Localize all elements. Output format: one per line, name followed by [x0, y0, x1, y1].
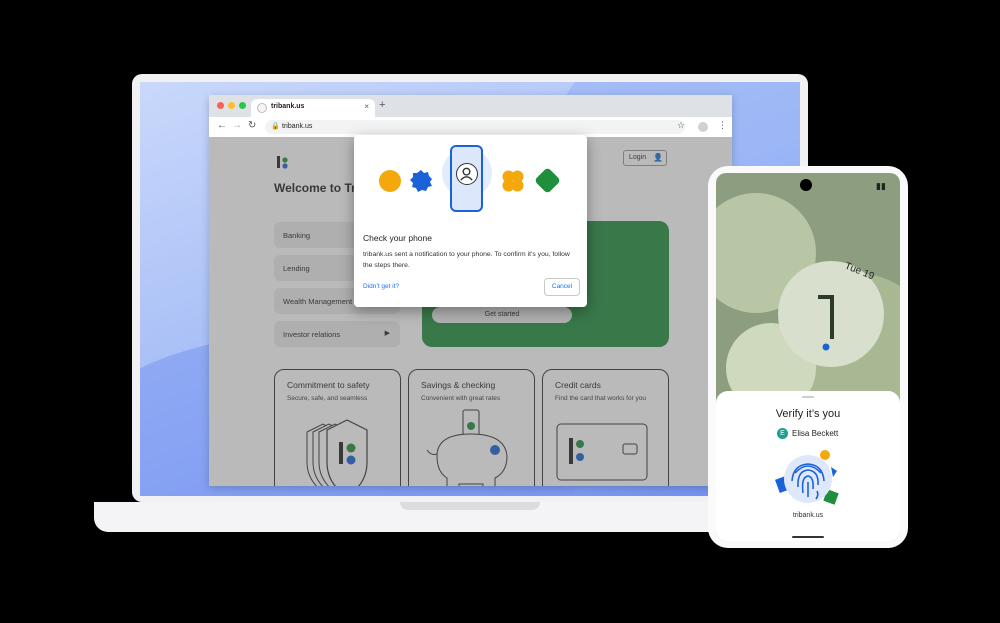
dialog-title: Check your phone [363, 233, 432, 243]
browser-window: tribank.us × + ← → ↻ 🔒 tribank.us ☆ ⋮ We… [209, 95, 732, 486]
didnt-get-it-link[interactable]: Didn’t get it? [363, 283, 399, 290]
maximize-window-icon[interactable] [239, 102, 246, 109]
front-camera [800, 179, 812, 191]
profile-avatar[interactable] [698, 122, 708, 132]
requesting-site: tribank.us [792, 512, 824, 519]
dialog-body: tribank.us sent a notification to your p… [363, 251, 570, 269]
flower-shape-icon [410, 170, 432, 192]
lock-icon[interactable]: 🔒 [271, 122, 280, 130]
browser-tab[interactable]: tribank.us × [251, 99, 375, 117]
account-name: Elisa Beckett [792, 429, 839, 438]
new-tab-icon[interactable]: + [379, 99, 385, 111]
cancel-button[interactable]: Cancel [544, 278, 580, 296]
bookmark-star-icon[interactable]: ☆ [677, 120, 685, 131]
more-menu-icon[interactable]: ⋮ [718, 120, 727, 131]
tab-bar: tribank.us × + [209, 95, 732, 117]
globe-icon [257, 103, 267, 113]
circle-shape-icon [379, 170, 401, 192]
phone-screen: Tue 19 ▮▮ Verify it’s you E Elisa Becket… [716, 173, 900, 541]
omnibox[interactable]: 🔒 tribank.us [265, 120, 685, 134]
verification-dialog: Check your phone tribank.us sent a notif… [354, 135, 587, 307]
verify-bottom-sheet: Verify it’s you E Elisa Beckett tribank.… [716, 391, 900, 541]
forward-icon[interactable]: → [232, 120, 242, 131]
diamond-shape-icon [534, 167, 561, 194]
avatar: E [777, 428, 788, 439]
sheet-title: Verify it’s you [775, 408, 841, 420]
url-text: tribank.us [282, 123, 313, 130]
back-icon[interactable]: ← [217, 120, 227, 131]
fingerprint-icon[interactable] [773, 447, 843, 511]
clover-shape-icon [502, 170, 524, 192]
minimize-window-icon[interactable] [228, 102, 235, 109]
reload-icon[interactable]: ↻ [248, 120, 256, 131]
close-window-icon[interactable] [217, 102, 224, 109]
tab-title: tribank.us [271, 103, 305, 110]
laptop-notch [400, 502, 540, 510]
user-avatar-icon [456, 163, 478, 185]
signal-icon: ▮▮ [876, 181, 886, 191]
sheet-handle[interactable] [802, 396, 814, 398]
home-indicator[interactable] [792, 536, 824, 538]
close-tab-icon[interactable]: × [364, 102, 369, 111]
